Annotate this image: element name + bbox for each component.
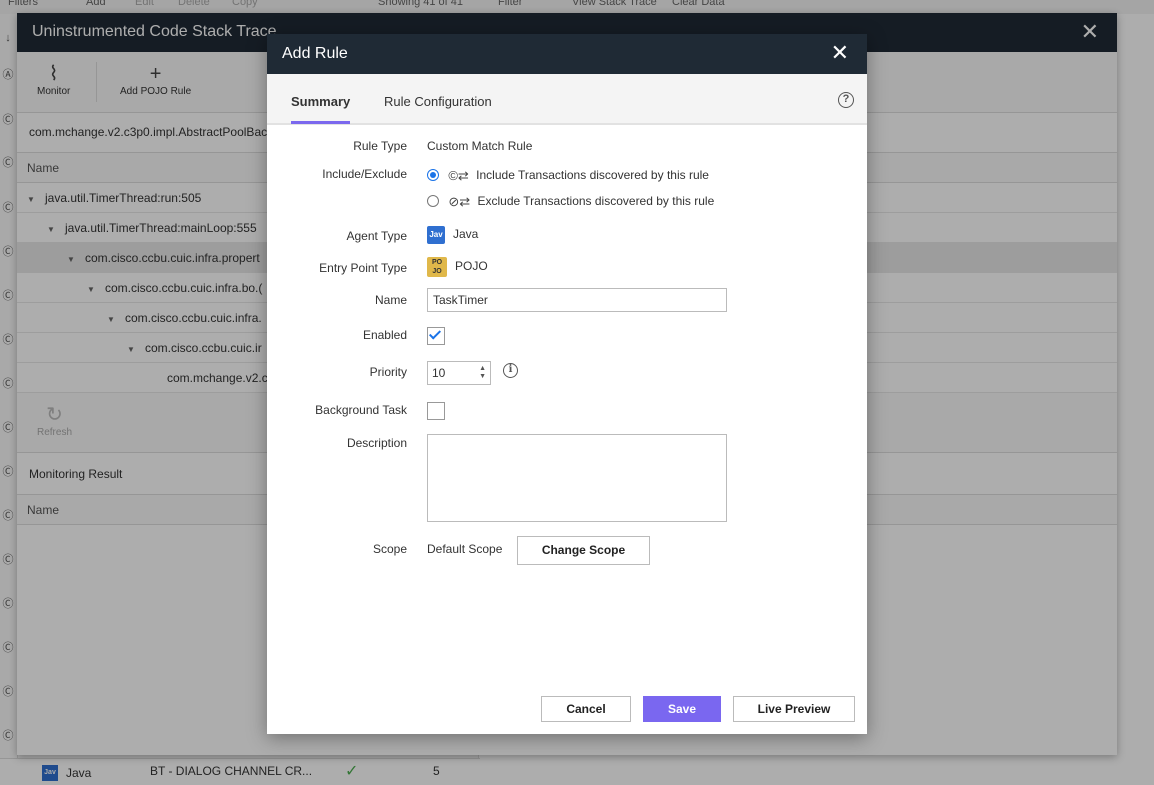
exclude-radio[interactable] — [427, 195, 439, 207]
info-icon[interactable]: i — [503, 363, 518, 378]
help-icon[interactable]: ? — [838, 92, 854, 108]
change-scope-button[interactable]: Change Scope — [517, 536, 650, 565]
description-field[interactable] — [427, 434, 727, 522]
pojo-icon-top: PO — [431, 259, 443, 266]
entry-point-type-value: PO JO POJO — [427, 257, 488, 277]
stepper-arrows-icon[interactable]: ▲ ▼ — [479, 365, 486, 381]
background-task-checkbox[interactable] — [427, 402, 445, 420]
name-field[interactable] — [427, 288, 727, 312]
exclude-option[interactable]: ⊘⇄ Exclude Transactions discovered by th… — [427, 194, 714, 210]
entry-point-type-text: POJO — [455, 259, 488, 274]
rule-type-label: Rule Type — [353, 139, 407, 153]
tab-bar: Summary Rule Configuration ? — [267, 74, 867, 125]
rule-type-value: Custom Match Rule — [427, 139, 533, 153]
add-rule-dialog: Add Rule ✕ Summary Rule Configuration ? … — [267, 34, 867, 734]
name-label: Name — [374, 293, 407, 307]
description-label: Description — [346, 436, 407, 450]
priority-label: Priority — [369, 365, 407, 379]
pojo-icon: PO JO — [427, 257, 447, 277]
scope-label: Scope — [372, 542, 407, 556]
save-button[interactable]: Save — [643, 696, 721, 722]
add-rule-header: Add Rule ✕ — [267, 34, 867, 74]
include-option-label: Include Transactions discovered by this … — [476, 168, 709, 183]
scope-value: Default Scope — [427, 542, 503, 556]
agent-type-value: Jav Java — [427, 226, 478, 244]
exclude-option-label: Exclude Transactions discovered by this … — [477, 194, 715, 209]
background-task-label: Background Task — [315, 403, 407, 417]
enabled-label: Enabled — [362, 328, 407, 342]
java-icon: Jav — [427, 226, 445, 244]
include-option[interactable]: ©⇄ Include Transactions discovered by th… — [427, 168, 709, 184]
live-preview-button[interactable]: Live Preview — [733, 696, 855, 722]
agent-type-label: Agent Type — [346, 229, 408, 243]
checkmark-icon — [428, 327, 442, 340]
tab-rule-configuration[interactable]: Rule Configuration — [384, 94, 492, 121]
include-transactions-icon: ©⇄ — [448, 168, 469, 183]
tab-summary[interactable]: Summary — [291, 94, 351, 124]
close-icon[interactable]: ✕ — [831, 42, 849, 64]
priority-stepper[interactable]: 10 ▲ ▼ — [427, 361, 491, 385]
pojo-icon-bottom: JO — [432, 268, 442, 275]
enabled-checkbox[interactable] — [427, 327, 445, 345]
cancel-button[interactable]: Cancel — [541, 696, 631, 722]
priority-value: 10 — [432, 366, 446, 380]
entry-point-type-label: Entry Point Type — [319, 261, 407, 275]
exclude-transactions-icon: ⊘⇄ — [448, 194, 471, 209]
include-exclude-label: Include/Exclude — [322, 167, 407, 181]
include-radio[interactable] — [427, 169, 439, 181]
add-rule-title: Add Rule — [282, 45, 348, 62]
agent-type-text: Java — [453, 227, 479, 242]
